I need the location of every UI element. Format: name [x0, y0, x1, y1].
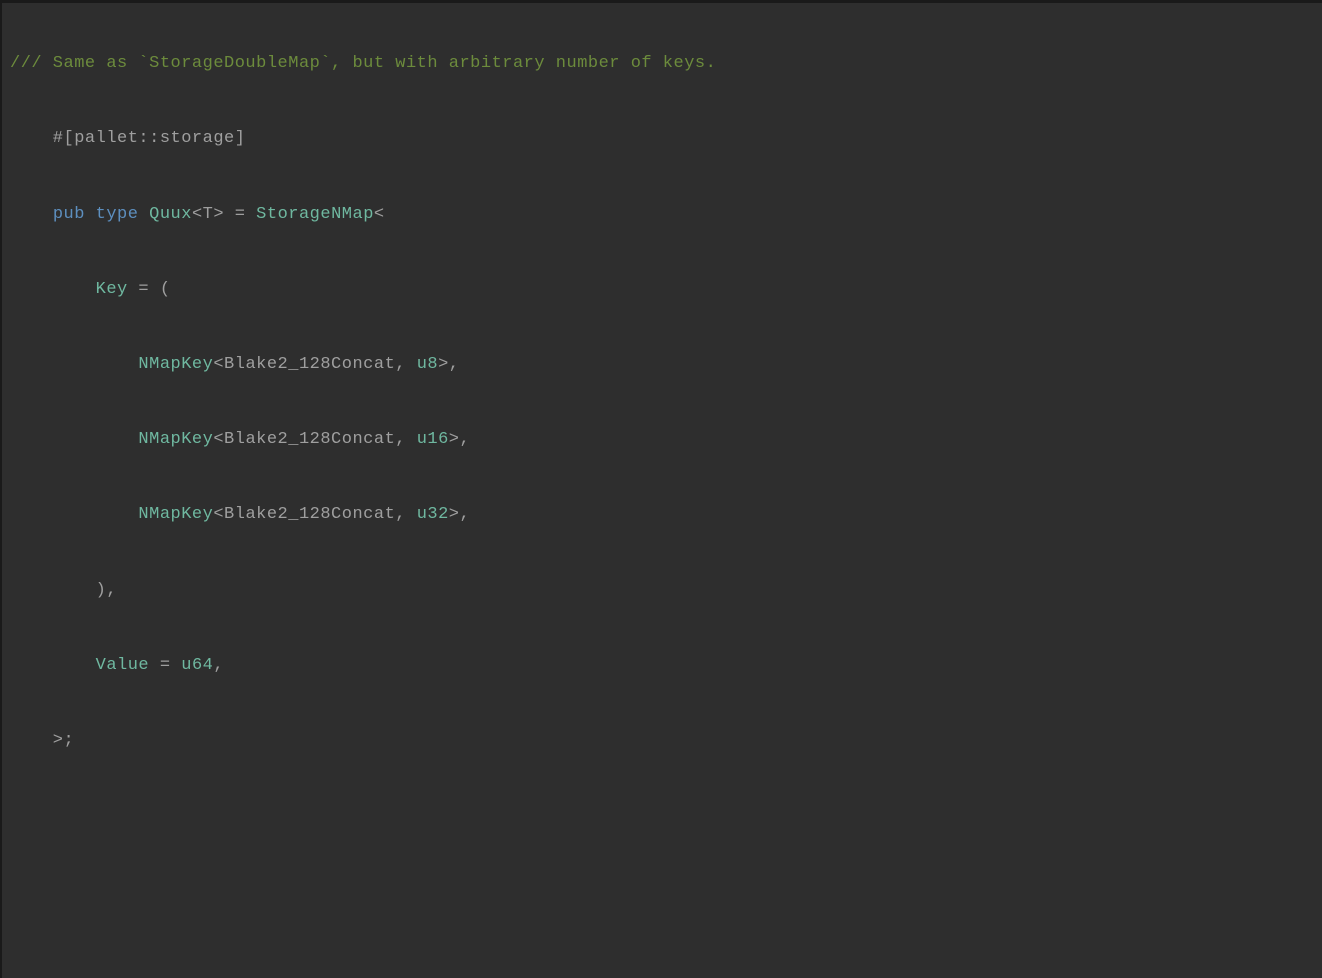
- op-eq: =: [149, 656, 181, 675]
- nmapkey: NMapKey: [138, 505, 213, 524]
- value-label: Value: [96, 656, 150, 675]
- keyword-pub: pub: [53, 205, 85, 224]
- code-line: /// Same as `StorageDoubleMap`, but with…: [10, 50, 1314, 98]
- code-line: NMapKey<Blake2_128Concat, u32>,: [10, 501, 1314, 549]
- type-u8: u8: [417, 355, 438, 374]
- generic-close: >,: [449, 430, 470, 449]
- doc-comment: /// Same as `StorageDoubleMap`, but with…: [10, 54, 716, 73]
- keyword-type: type: [96, 205, 139, 224]
- type-name: Quux: [149, 205, 192, 224]
- type-u64: u64: [181, 656, 213, 675]
- generic-close: >,: [449, 505, 470, 524]
- op-eq: =: [224, 205, 256, 224]
- nmapkey: NMapKey: [138, 355, 213, 374]
- generic-hasher: <Blake2_128Concat,: [213, 430, 416, 449]
- code-line: #[pallet::storage]: [10, 125, 1314, 173]
- code-line: NMapKey<Blake2_128Concat, u16>,: [10, 426, 1314, 474]
- code-line: Value = u64,: [10, 652, 1314, 700]
- type-param: <T>: [192, 205, 224, 224]
- code-line: NMapKey<Blake2_128Concat, u8>,: [10, 351, 1314, 399]
- nmapkey: NMapKey: [138, 430, 213, 449]
- generic-hasher: <Blake2_128Concat,: [213, 505, 416, 524]
- type-u16: u16: [417, 430, 449, 449]
- tuple-open: = (: [128, 280, 171, 299]
- type-u32: u32: [417, 505, 449, 524]
- angle-close: >;: [10, 731, 74, 750]
- key-label: Key: [96, 280, 128, 299]
- tuple-close: ),: [10, 581, 117, 600]
- code-line: >;: [10, 727, 1314, 775]
- attribute: #[pallet::storage]: [10, 129, 245, 148]
- comma: ,: [213, 656, 224, 675]
- code-line: ),: [10, 577, 1314, 625]
- generic-hasher: <Blake2_128Concat,: [213, 355, 416, 374]
- code-block: /// Same as `StorageDoubleMap`, but with…: [2, 3, 1322, 822]
- generic-close: >,: [438, 355, 459, 374]
- angle-open: <: [374, 205, 385, 224]
- code-line: pub type Quux<T> = StorageNMap<: [10, 201, 1314, 249]
- type-storagenmap: StorageNMap: [256, 205, 374, 224]
- code-line: Key = (: [10, 276, 1314, 324]
